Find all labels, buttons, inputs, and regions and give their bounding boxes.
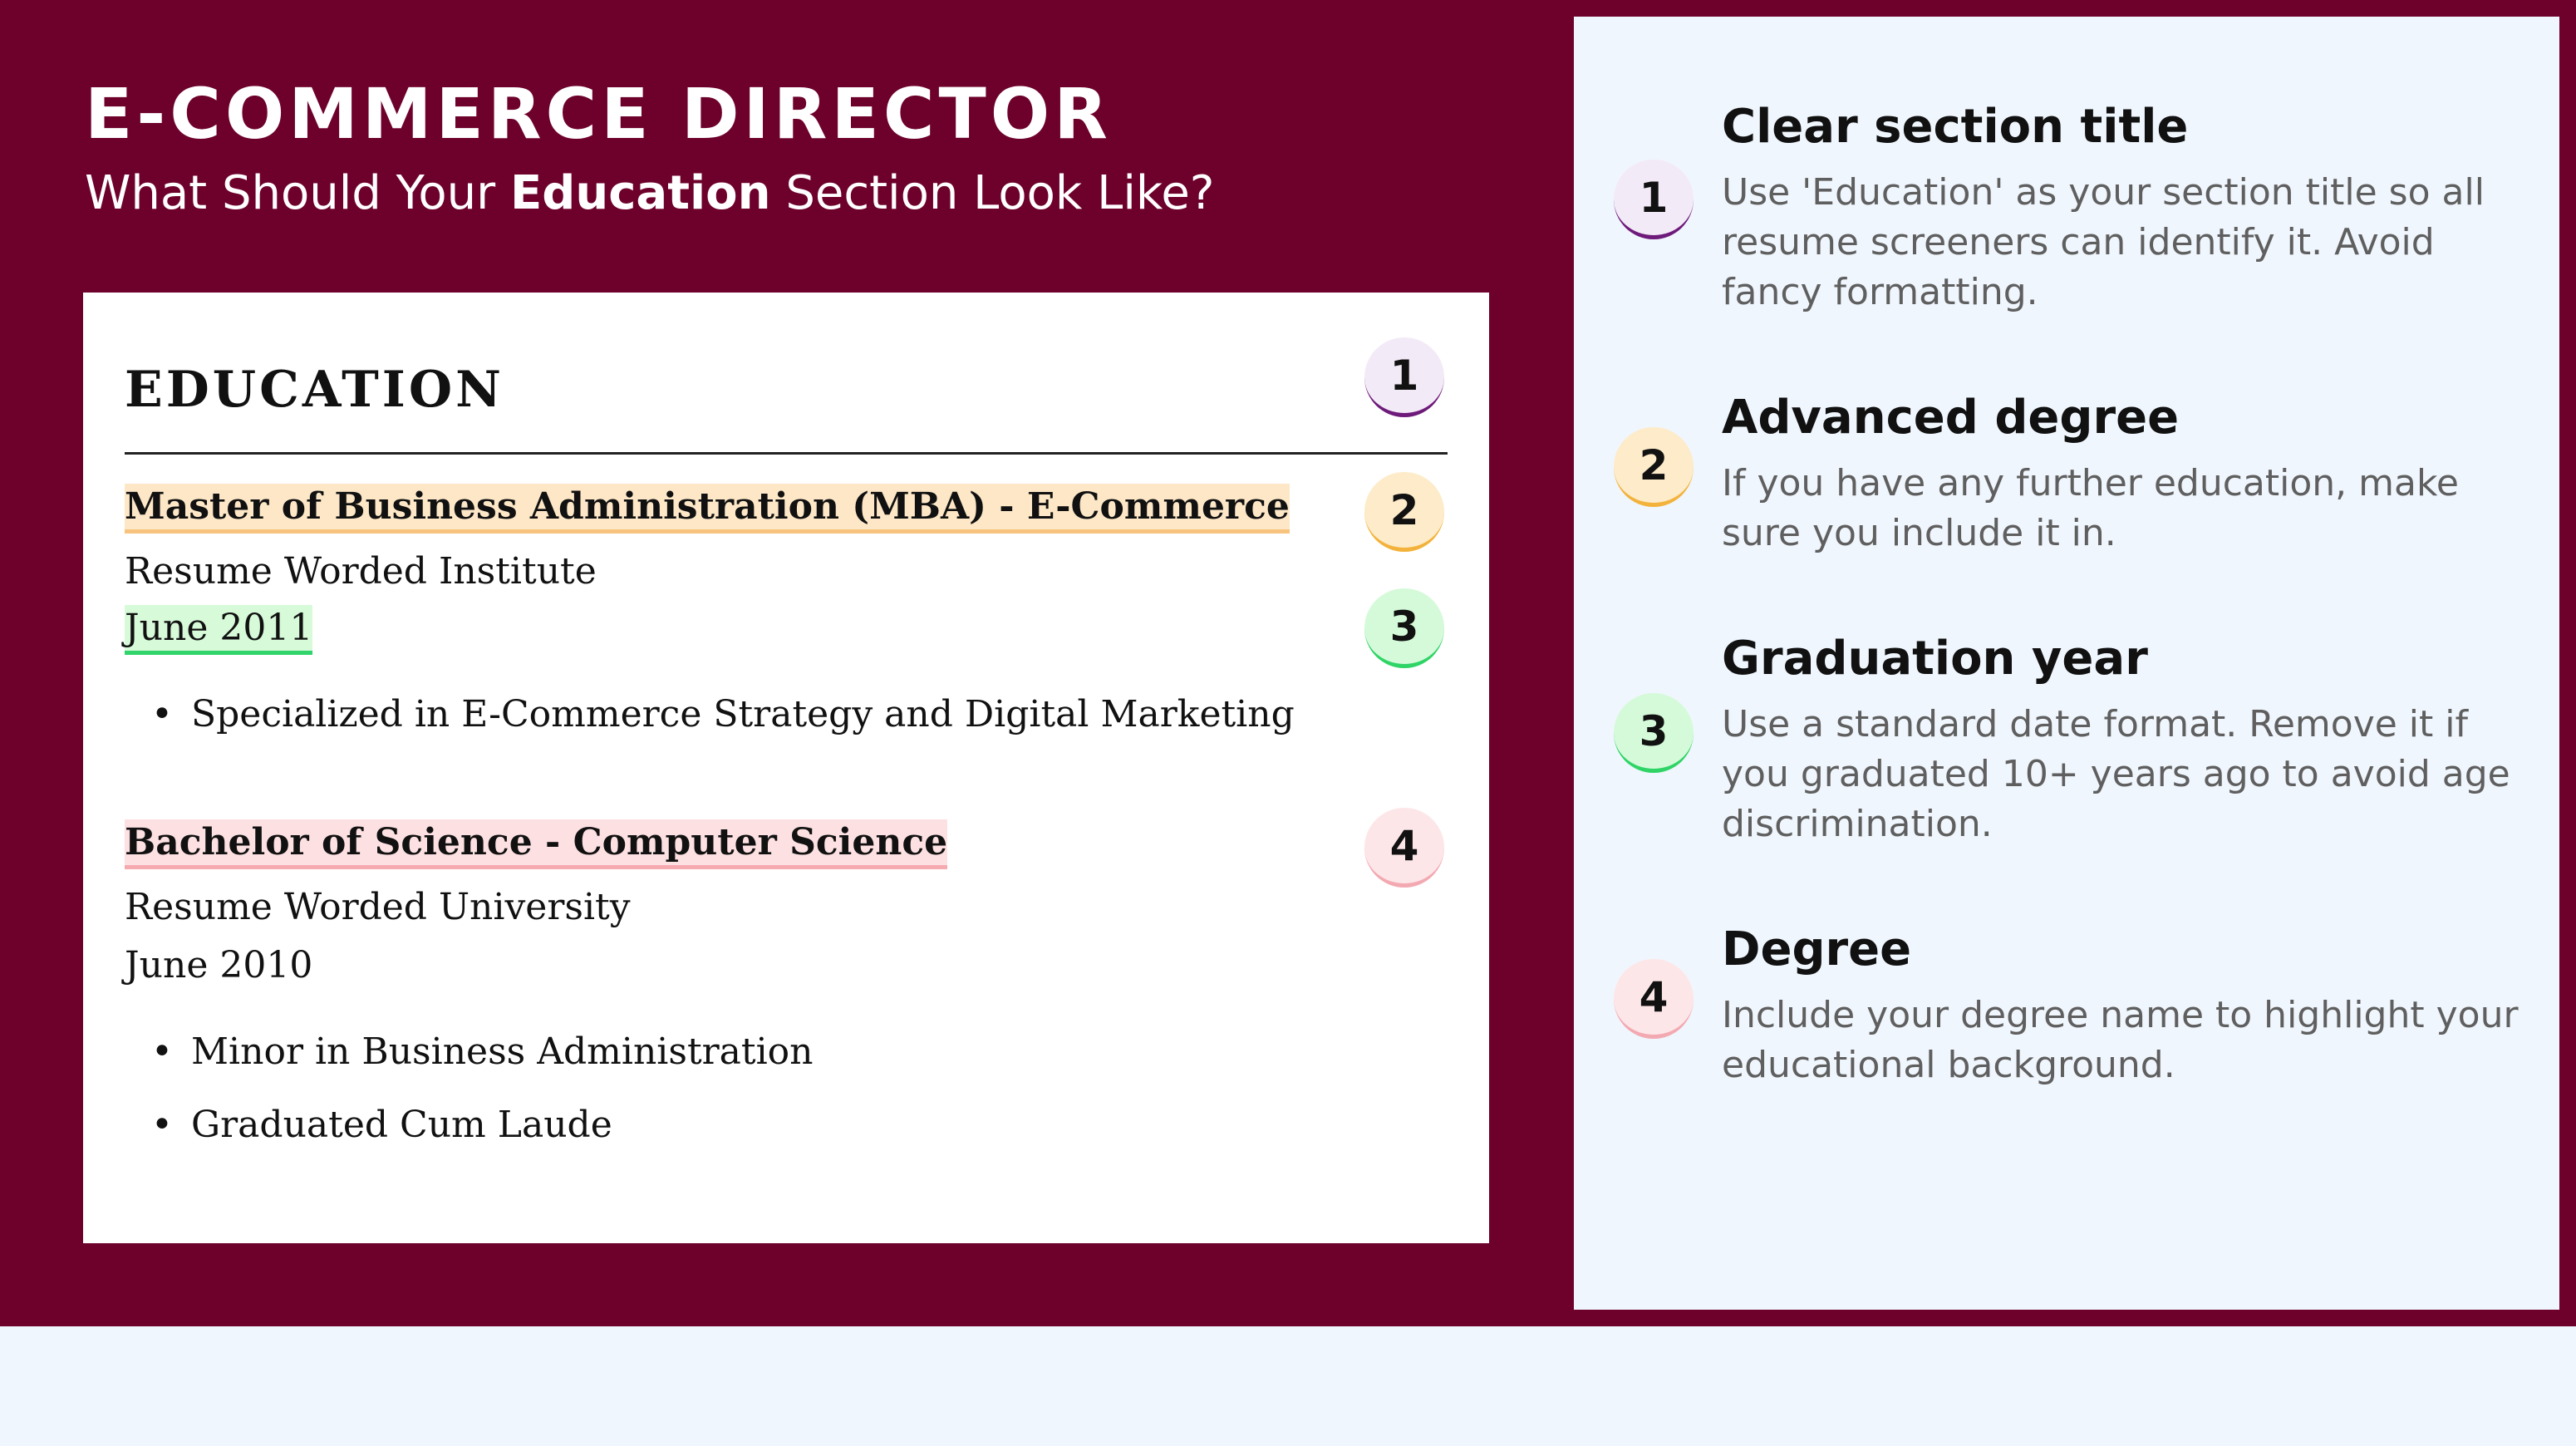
maroon-border-bottom	[1574, 1310, 2576, 1326]
bsc-bullet-2: Graduated Cum Laude	[151, 1104, 612, 1146]
subtitle-suffix: Section Look Like?	[785, 166, 1215, 220]
page-subtitle: What Should Your Education Section Look …	[85, 166, 1215, 220]
badge-4: 4	[1364, 808, 1444, 888]
subtitle-prefix: What Should Your	[85, 166, 496, 220]
bsc-degree-line: Bachelor of Science - Computer Science	[125, 819, 948, 869]
mba-degree: Master of Business Administration (MBA) …	[125, 484, 1290, 534]
badge-2: 2	[1364, 472, 1444, 552]
maroon-border-top	[1574, 0, 2576, 17]
mba-date: June 2011	[125, 605, 313, 655]
resume-education-card: EDUCATION Master of Business Administrat…	[83, 293, 1489, 1243]
bsc-degree: Bachelor of Science - Computer Science	[125, 819, 948, 869]
tip-3-text: Use a standard date format. Remove it if…	[1722, 703, 2510, 845]
bsc-school: Resume Worded University	[125, 886, 631, 928]
tip-3-title: Graduation year	[1722, 632, 2148, 686]
tip-1-title: Clear section title	[1722, 100, 2189, 154]
tip-1-text: Use 'Education' as your section title so…	[1722, 171, 2485, 313]
mba-date-line: June 2011	[125, 605, 313, 655]
section-divider	[125, 452, 1448, 455]
tip-2-title: Advanced degree	[1722, 391, 2180, 445]
mba-bullet-1: Specialized in E-Commerce Strategy and D…	[151, 693, 1295, 735]
maroon-border-right	[2559, 0, 2576, 1326]
bsc-bullet-1: Minor in Business Administration	[151, 1030, 813, 1073]
bsc-date: June 2010	[125, 944, 313, 986]
page-title: E-COMMERCE DIRECTOR	[85, 73, 1112, 155]
mba-school: Resume Worded Institute	[125, 550, 597, 593]
badge-3: 3	[1364, 588, 1444, 668]
tip-3-badge: 3	[1614, 693, 1694, 773]
tip-1-badge: 1	[1614, 160, 1694, 239]
tip-2-text: If you have any further education, make …	[1722, 462, 2459, 554]
badge-1: 1	[1364, 337, 1444, 417]
tip-4-badge: 4	[1614, 959, 1694, 1039]
tip-4-title: Degree	[1722, 922, 1912, 976]
tip-2-badge: 2	[1614, 427, 1694, 507]
subtitle-emphasis: Education	[510, 166, 771, 220]
education-section-heading: EDUCATION	[125, 361, 504, 419]
tips-panel: 1 Clear section title Use 'Education' as…	[1574, 17, 2559, 1310]
mba-degree-line: Master of Business Administration (MBA) …	[125, 484, 1290, 534]
tip-4-text: Include your degree name to highlight yo…	[1722, 994, 2519, 1086]
